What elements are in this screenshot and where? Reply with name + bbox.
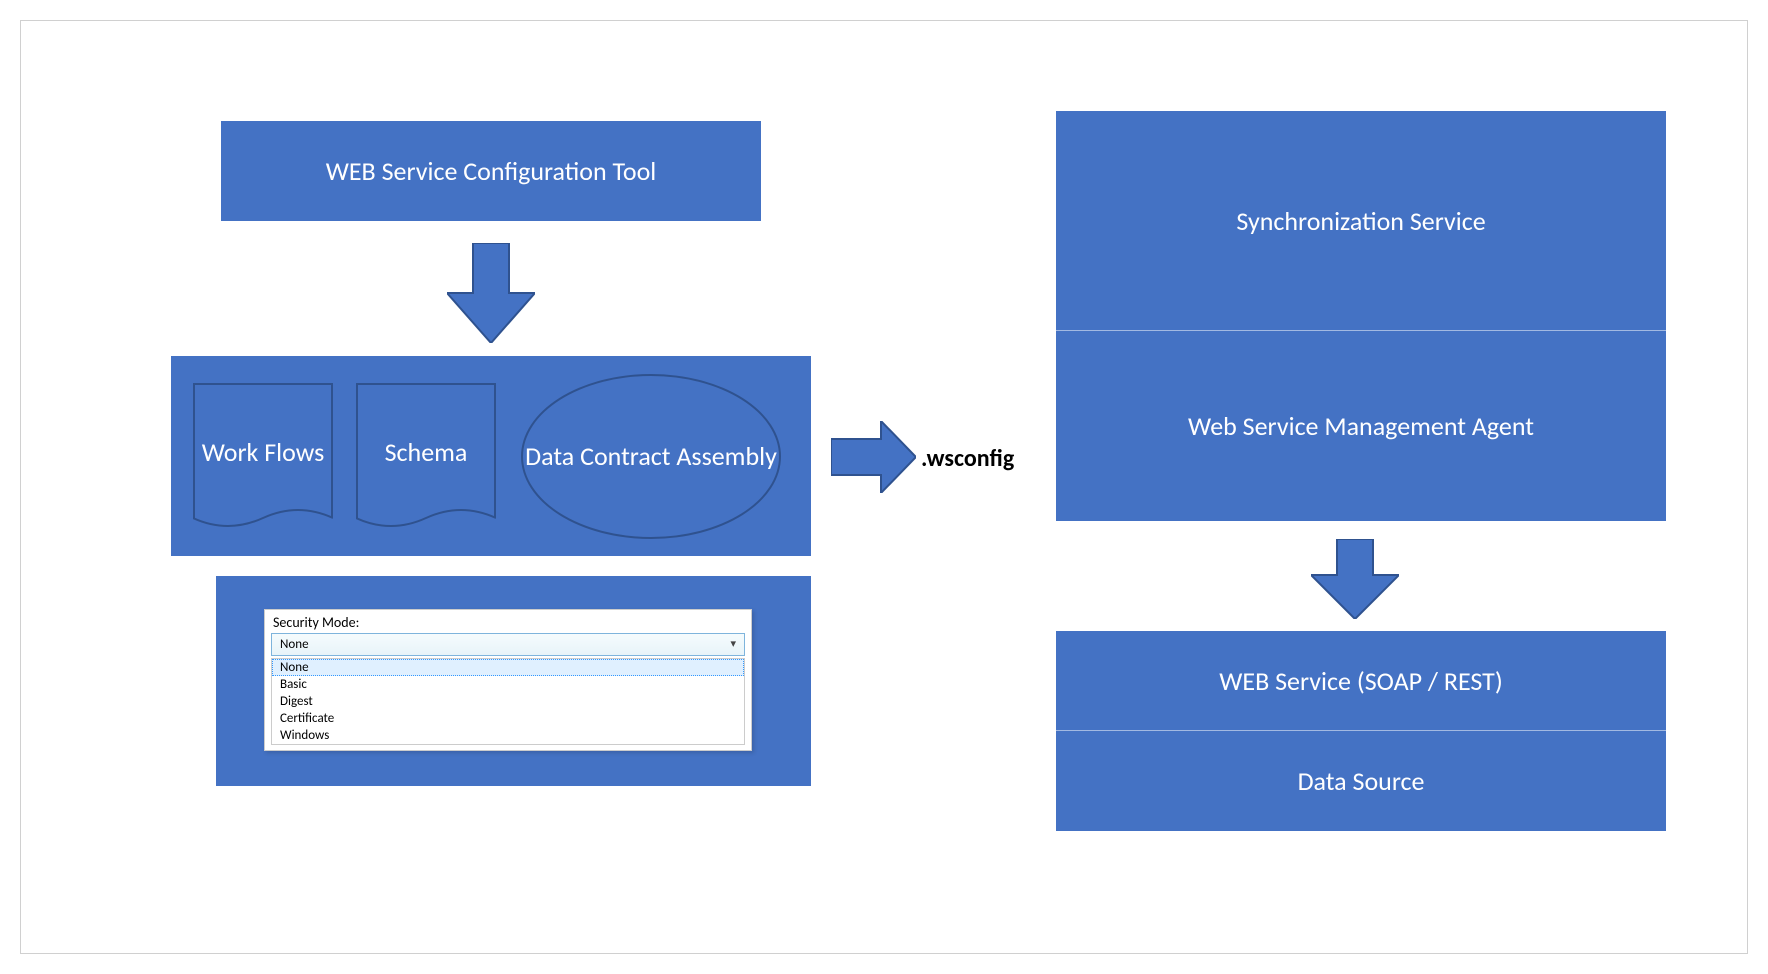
security-mode-label: Security Mode: xyxy=(265,610,751,633)
data-contract-ellipse: Data Contract Assembly xyxy=(521,374,781,539)
data-contract-label: Data Contract Assembly xyxy=(525,440,777,474)
arrow-down-2-icon xyxy=(1311,539,1399,619)
sync-service-box: Synchronization Service xyxy=(1056,111,1666,331)
wsconfig-label: .wsconfig xyxy=(921,444,1014,473)
security-option-certificate[interactable]: Certificate xyxy=(272,710,744,727)
security-option-windows[interactable]: Windows xyxy=(272,727,744,744)
web-service-box: WEB Service (SOAP / REST) xyxy=(1056,631,1666,731)
security-mode-select[interactable]: None xyxy=(271,633,745,656)
wsconfig-arrow-icon xyxy=(831,421,916,493)
web-service-label: WEB Service (SOAP / REST) xyxy=(1219,665,1502,697)
data-source-label: Data Source xyxy=(1298,765,1425,797)
security-mode-selected: None xyxy=(280,637,309,652)
security-mode-dropdown[interactable]: None Basic Digest Certificate Windows xyxy=(271,658,745,745)
data-source-box: Data Source xyxy=(1056,731,1666,831)
security-option-basic[interactable]: Basic xyxy=(272,676,744,693)
config-tool-box: WEB Service Configuration Tool xyxy=(221,121,761,221)
security-option-digest[interactable]: Digest xyxy=(272,693,744,710)
sync-service-label: Synchronization Service xyxy=(1236,205,1485,237)
workflows-document: Work Flows xyxy=(193,383,333,518)
config-tool-label: WEB Service Configuration Tool xyxy=(326,155,657,187)
arrow-down-icon xyxy=(447,243,535,343)
schema-label: Schema xyxy=(385,436,468,468)
schema-document: Schema xyxy=(356,383,496,518)
workflows-label: Work Flows xyxy=(202,436,325,468)
security-mode-panel: Security Mode: None None Basic Digest Ce… xyxy=(264,609,752,751)
diagram-canvas: WEB Service Configuration Tool Work Flow… xyxy=(20,20,1748,954)
mgmt-agent-box: Web Service Management Agent xyxy=(1056,331,1666,521)
security-option-none[interactable]: None xyxy=(272,659,744,676)
mgmt-agent-label: Web Service Management Agent xyxy=(1188,410,1534,442)
